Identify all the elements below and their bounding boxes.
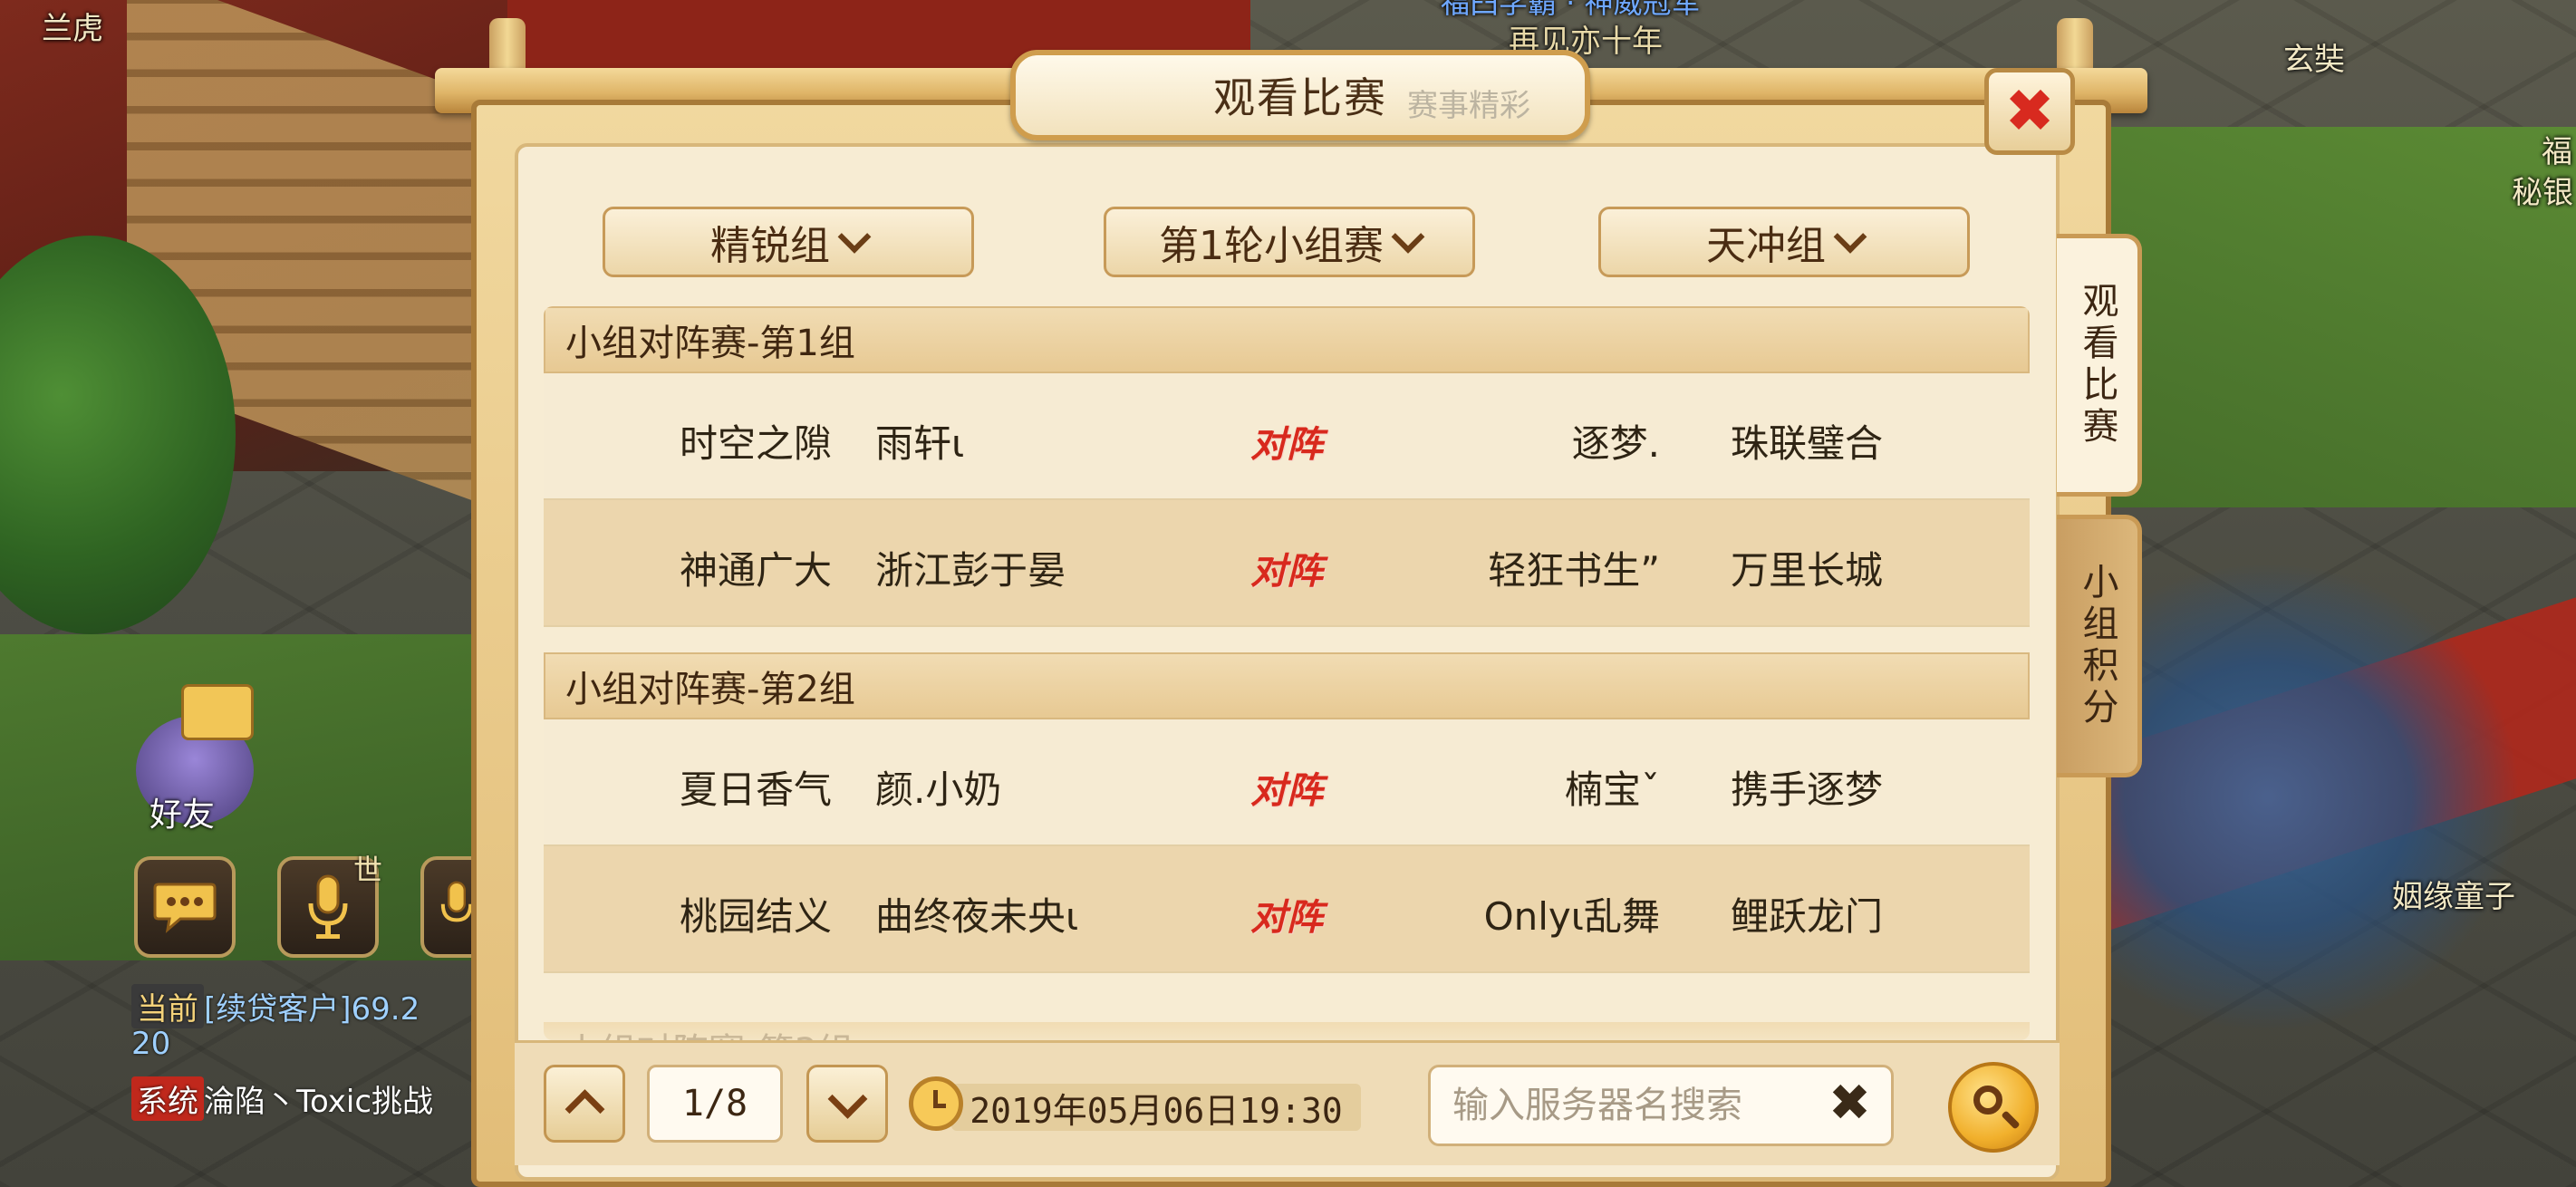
match-time: 2019年05月06日19:30 [951, 1084, 1361, 1131]
clear-icon[interactable]: ✖ [1828, 1078, 1871, 1129]
page-up-button[interactable] [544, 1065, 625, 1143]
dialog-title: 观看比赛 [1213, 73, 1387, 122]
right-player: 逐梦. [1571, 421, 1660, 466]
vs-label: 对阵 [1250, 770, 1323, 812]
close-button[interactable]: ✖ [1984, 68, 2075, 155]
round-dropdown-value: 第1轮小组赛 [1159, 223, 1384, 269]
left-server: 时空之隙 [680, 421, 833, 466]
group-dropdown-value: 精锐组 [710, 223, 830, 269]
chat-line[interactable]: 当前 [续贷客户]69.2 [131, 984, 420, 1028]
group-header-label: 小组对阵赛-第2组 [565, 669, 855, 710]
npc-name-partial-2: 秘银 [2512, 175, 2573, 211]
right-player: Onlyι乱舞 [1483, 894, 1660, 939]
tab-label: 小组积分 [2076, 563, 2118, 729]
match-row[interactable]: 夏日香气 颜.小奶 对阵 楠宝ˇ 携手逐梦 [544, 719, 2030, 846]
left-server: 神通广大 [680, 548, 833, 593]
world-voice-button[interactable]: 世 [277, 853, 382, 958]
chat-line[interactable]: 系统 淪陷丶Toxic挑战 [131, 1076, 433, 1121]
chevron-down-icon [1833, 219, 1867, 254]
group-header: 小组对阵赛-第1组 [544, 306, 2030, 373]
round-dropdown[interactable]: 第1轮小组赛 [1104, 207, 1475, 277]
left-server: 桃园结义 [680, 894, 833, 939]
chat-line[interactable]: 20 [131, 1026, 170, 1062]
chat-bubble-icon [153, 883, 217, 933]
group-dropdown[interactable]: 精锐组 [603, 207, 974, 277]
server-search-input[interactable] [1428, 1065, 1894, 1146]
chevron-down-icon [827, 1078, 867, 1119]
close-icon: ✖ [2004, 76, 2055, 146]
division-dropdown[interactable]: 天冲组 [1598, 207, 1970, 277]
left-player: 曲终夜未央ι [875, 894, 1079, 939]
chat-text: [续贷客户]69.2 [204, 991, 420, 1028]
page-down-button[interactable] [806, 1065, 888, 1143]
right-player: 楠宝ˇ [1564, 767, 1660, 812]
group-header-label: 小组对阵赛-第3组 [564, 1031, 854, 1040]
match-row[interactable]: 桃园结义 曲终夜未央ι 对阵 Onlyι乱舞 鲤跃龙门 [544, 846, 2030, 973]
title-plaque: 观看比赛 赛事精彩 [1010, 50, 1590, 140]
vs-label: 对阵 [1250, 424, 1323, 466]
right-server: 鲤跃龙门 [1731, 894, 1884, 939]
npc-name-yinyuan[interactable]: 姻缘童子 [2392, 872, 2515, 916]
group-header-partial: 小组对阵赛-第3组 [544, 1022, 2030, 1040]
clock-icon [909, 1076, 963, 1131]
tab-label: 观看比赛 [2076, 282, 2118, 449]
chat-text: 淪陷丶Toxic挑战 [204, 1084, 434, 1120]
left-player: 颜.小奶 [875, 767, 1002, 812]
left-server: 夏日香气 [680, 767, 833, 812]
search-button[interactable] [1948, 1062, 2039, 1153]
tab-group-points[interactable]: 小组积分 [2057, 515, 2142, 777]
page-number: 1/8 [681, 1083, 748, 1124]
title-brush-decoration: 赛事精彩 [1407, 88, 1530, 124]
right-server: 珠联璧合 [1731, 421, 1884, 466]
right-server: 携手逐梦 [1731, 767, 1884, 812]
left-player: 浙江彭于晏 [875, 548, 1066, 593]
match-row[interactable]: 时空之隙 雨轩ι 对阵 逐梦. 珠联璧合 [544, 373, 2030, 500]
microphone-icon [308, 874, 348, 939]
npc-name-lanhu[interactable]: 兰虎 [42, 4, 103, 48]
match-datetime: 2019年05月06日19:30 [970, 1090, 1343, 1131]
match-row[interactable]: 神通广大 浙江彭于晏 对阵 轻狂书生” 万里长城 [544, 500, 2030, 627]
chevron-down-icon [837, 219, 872, 254]
npc-name-xuanzang[interactable]: 玄奘 [2283, 34, 2345, 79]
match-list[interactable]: 小组对阵赛-第1组 时空之隙 雨轩ι 对阵 逐梦. 珠联璧合 神通广大 浙江彭于… [544, 306, 2030, 1040]
division-dropdown-value: 天冲组 [1706, 223, 1826, 269]
group-header: 小组对阵赛-第2组 [544, 652, 2030, 719]
group-header-label: 小组对阵赛-第1组 [565, 323, 855, 364]
chevron-down-icon [1391, 219, 1425, 254]
vs-label: 对阵 [1250, 551, 1323, 593]
friend-label: 好友 [150, 796, 216, 834]
chat-channel: 系统 [131, 1076, 204, 1121]
world-badge: 世 [352, 853, 382, 887]
chat-button[interactable] [134, 856, 236, 958]
right-server: 万里长城 [1731, 548, 1884, 593]
npc-name-partial-1: 福 [2542, 134, 2572, 170]
vs-label: 对阵 [1250, 897, 1323, 939]
chat-channel: 当前 [131, 984, 204, 1028]
tab-watch-match[interactable]: 观看比赛 [2057, 234, 2142, 497]
page-indicator: 1/8 [647, 1065, 783, 1143]
chevron-up-icon [564, 1088, 604, 1129]
left-player: 雨轩ι [875, 421, 965, 466]
right-player: 轻狂书生” [1488, 548, 1660, 593]
chat-text: 20 [131, 1026, 171, 1062]
mail-icon[interactable] [181, 684, 254, 740]
